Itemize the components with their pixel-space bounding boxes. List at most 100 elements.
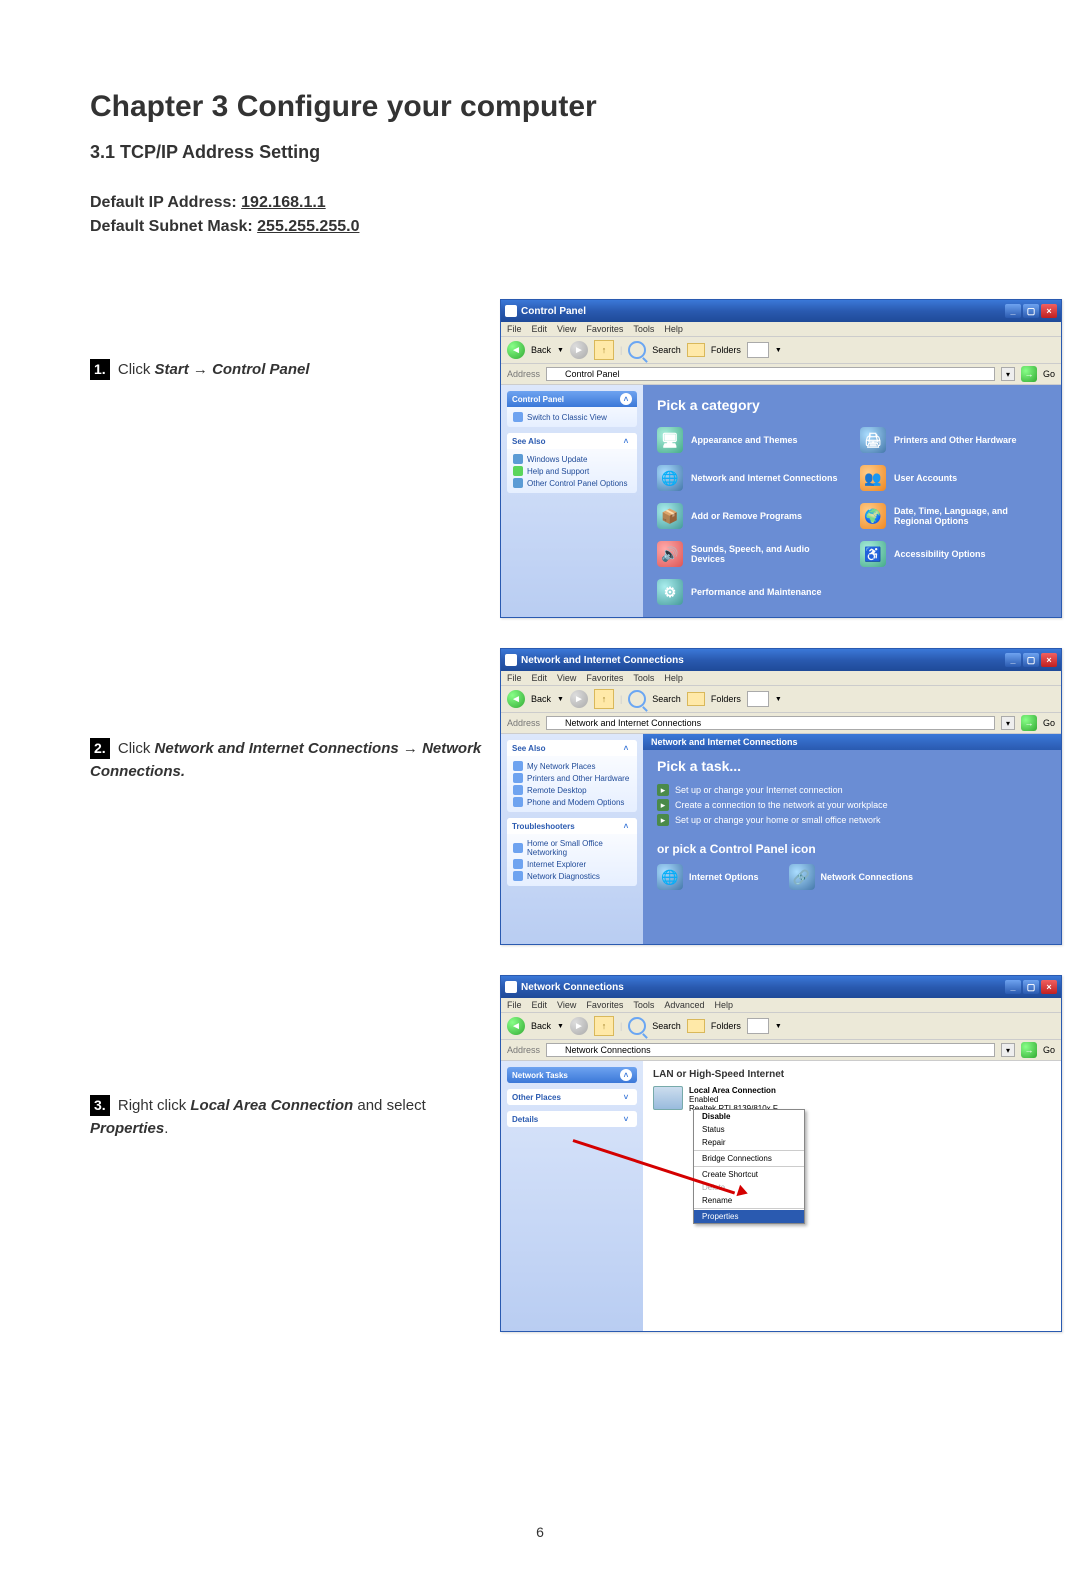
window-icon bbox=[505, 981, 517, 993]
address-dropdown[interactable]: ▾ bbox=[1001, 716, 1015, 730]
go-button[interactable]: → bbox=[1021, 1042, 1037, 1058]
troubleshooter-link[interactable]: Network Diagnostics bbox=[513, 870, 631, 882]
folders-icon[interactable] bbox=[687, 1019, 705, 1033]
step-3-text: 3. Right click Local Area Connection and… bbox=[90, 975, 490, 1140]
connection-icon bbox=[653, 1086, 683, 1110]
folders-icon[interactable] bbox=[687, 343, 705, 357]
forward-button[interactable]: ► bbox=[570, 690, 588, 708]
maximize-button[interactable]: ▢ bbox=[1023, 653, 1039, 667]
context-menu[interactable]: Disable Status Repair Bridge Connections… bbox=[693, 1109, 805, 1224]
screenshot-network-connections: Network Connections _ ▢ × FileEditViewFa… bbox=[500, 975, 1062, 1332]
chapter-title: Chapter 3 Configure your computer bbox=[90, 90, 990, 124]
default-mask-label: Default Subnet Mask: bbox=[90, 218, 257, 235]
close-button[interactable]: × bbox=[1041, 980, 1057, 994]
defaults-block: Default IP Address: 192.168.1.1 Default … bbox=[90, 191, 990, 239]
minimize-button[interactable]: _ bbox=[1005, 653, 1021, 667]
search-icon[interactable] bbox=[628, 690, 646, 708]
screenshot-network-internet: Network and Internet Connections _ ▢ × F… bbox=[500, 648, 1062, 945]
category-network[interactable]: 🌐Network and Internet Connections bbox=[657, 465, 844, 491]
see-also-link[interactable]: My Network Places bbox=[513, 760, 631, 772]
task-link[interactable]: ▸Set up or change your home or small off… bbox=[657, 814, 1047, 826]
menu-bar[interactable]: FileEditViewFavoritesToolsAdvancedHelp bbox=[501, 998, 1061, 1013]
cp-icon-internet-options[interactable]: 🌐Internet Options bbox=[657, 864, 759, 890]
back-button[interactable]: ◄ bbox=[507, 1017, 525, 1035]
views-button[interactable] bbox=[747, 1018, 769, 1034]
menu-bar[interactable]: FileEditViewFavoritesToolsHelp bbox=[501, 322, 1061, 337]
go-button[interactable]: → bbox=[1021, 366, 1037, 382]
maximize-button[interactable]: ▢ bbox=[1023, 304, 1039, 318]
expand-icon[interactable]: ˅ bbox=[620, 1091, 632, 1103]
ctx-disable[interactable]: Disable bbox=[694, 1110, 804, 1123]
up-button[interactable]: ↑ bbox=[594, 689, 614, 709]
collapse-icon[interactable]: ˄ bbox=[620, 820, 632, 832]
page-number: 6 bbox=[0, 1524, 1080, 1540]
address-field[interactable]: Network Connections bbox=[546, 1043, 995, 1057]
close-button[interactable]: × bbox=[1041, 304, 1057, 318]
views-button[interactable] bbox=[747, 691, 769, 707]
see-also-link[interactable]: Other Control Panel Options bbox=[513, 477, 631, 489]
category-performance[interactable]: ⚙Performance and Maintenance bbox=[657, 579, 844, 605]
task-link[interactable]: ▸Create a connection to the network at y… bbox=[657, 799, 1047, 811]
category-accessibility[interactable]: ♿Accessibility Options bbox=[860, 541, 1047, 567]
see-also-link[interactable]: Remote Desktop bbox=[513, 784, 631, 796]
menu-bar[interactable]: FileEditViewFavoritesToolsHelp bbox=[501, 671, 1061, 686]
troubleshooter-link[interactable]: Internet Explorer bbox=[513, 858, 631, 870]
switch-classic-link[interactable]: Switch to Classic View bbox=[513, 411, 631, 423]
ctx-repair[interactable]: Repair bbox=[694, 1136, 804, 1149]
address-dropdown[interactable]: ▾ bbox=[1001, 1043, 1015, 1057]
category-appearance[interactable]: 🖥Appearance and Themes bbox=[657, 427, 844, 453]
minimize-button[interactable]: _ bbox=[1005, 304, 1021, 318]
ctx-properties[interactable]: Properties bbox=[694, 1210, 804, 1223]
expand-icon[interactable]: ˅ bbox=[620, 1113, 632, 1125]
address-label: Address bbox=[507, 718, 540, 728]
forward-button[interactable]: ► bbox=[570, 341, 588, 359]
window-title: Control Panel bbox=[521, 306, 586, 317]
views-button[interactable] bbox=[747, 342, 769, 358]
ctx-shortcut[interactable]: Create Shortcut bbox=[694, 1168, 804, 1181]
search-icon[interactable] bbox=[628, 341, 646, 359]
collapse-icon[interactable]: ˄ bbox=[620, 742, 632, 754]
pick-category-title: Pick a category bbox=[657, 397, 1047, 413]
back-button[interactable]: ◄ bbox=[507, 341, 525, 359]
category-printers[interactable]: 🖨Printers and Other Hardware bbox=[860, 427, 1047, 453]
step-2-number: 2. bbox=[90, 738, 110, 759]
window-title: Network Connections bbox=[521, 982, 624, 993]
address-label: Address bbox=[507, 1045, 540, 1055]
task-link[interactable]: ▸Set up or change your Internet connecti… bbox=[657, 784, 1047, 796]
default-mask-value: 255.255.255.0 bbox=[257, 218, 359, 235]
minimize-button[interactable]: _ bbox=[1005, 980, 1021, 994]
search-icon[interactable] bbox=[628, 1017, 646, 1035]
forward-button[interactable]: ► bbox=[570, 1017, 588, 1035]
cp-icon-network-connections[interactable]: 🔗Network Connections bbox=[789, 864, 914, 890]
category-date-time[interactable]: 🌍Date, Time, Language, and Regional Opti… bbox=[860, 503, 1047, 529]
collapse-icon[interactable]: ˄ bbox=[620, 393, 632, 405]
up-button[interactable]: ↑ bbox=[594, 1016, 614, 1036]
ctx-rename[interactable]: Rename bbox=[694, 1194, 804, 1207]
folders-icon[interactable] bbox=[687, 692, 705, 706]
step-2-text: 2. Click Network and Internet Connection… bbox=[90, 648, 490, 783]
category-add-remove[interactable]: 📦Add or Remove Programs bbox=[657, 503, 844, 529]
category-users[interactable]: 👥User Accounts bbox=[860, 465, 1047, 491]
collapse-icon[interactable]: ˄ bbox=[620, 435, 632, 447]
address-field[interactable]: Network and Internet Connections bbox=[546, 716, 995, 730]
category-sounds[interactable]: 🔊Sounds, Speech, and Audio Devices bbox=[657, 541, 844, 567]
step-3-number: 3. bbox=[90, 1095, 110, 1116]
troubleshooter-link[interactable]: Home or Small Office Networking bbox=[513, 838, 631, 858]
see-also-link[interactable]: Help and Support bbox=[513, 465, 631, 477]
back-button[interactable]: ◄ bbox=[507, 690, 525, 708]
ctx-bridge[interactable]: Bridge Connections bbox=[694, 1152, 804, 1165]
pick-icon-title: or pick a Control Panel icon bbox=[657, 842, 1047, 856]
see-also-link[interactable]: Phone and Modem Options bbox=[513, 796, 631, 808]
address-field[interactable]: Control Panel bbox=[546, 367, 995, 381]
maximize-button[interactable]: ▢ bbox=[1023, 980, 1039, 994]
go-button[interactable]: → bbox=[1021, 715, 1037, 731]
ctx-status[interactable]: Status bbox=[694, 1123, 804, 1136]
see-also-link[interactable]: Printers and Other Hardware bbox=[513, 772, 631, 784]
up-button[interactable]: ↑ bbox=[594, 340, 614, 360]
address-dropdown[interactable]: ▾ bbox=[1001, 367, 1015, 381]
collapse-icon[interactable]: ˄ bbox=[620, 1069, 632, 1081]
section-title: 3.1 TCP/IP Address Setting bbox=[90, 142, 990, 163]
see-also-link[interactable]: Windows Update bbox=[513, 453, 631, 465]
default-ip-value: 192.168.1.1 bbox=[241, 194, 326, 211]
close-button[interactable]: × bbox=[1041, 653, 1057, 667]
